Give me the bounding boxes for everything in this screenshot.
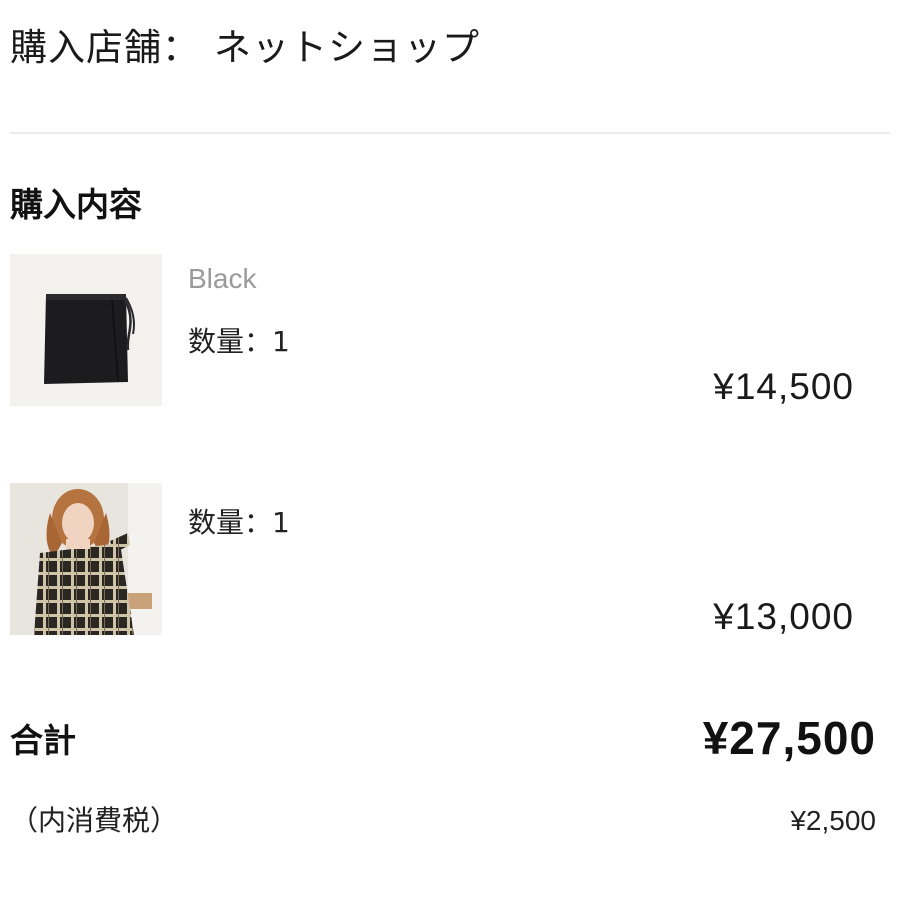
total-label: 合計: [10, 721, 76, 760]
item-quantity: 数量：1: [188, 325, 290, 358]
item-price: ¥14,500: [713, 366, 854, 407]
item-quantity: 数量：1: [188, 506, 290, 539]
order-detail-page: 購入店舗： ネットショップ 購入内容 Black 数量：1 ¥14,500 数量…: [0, 0, 900, 900]
item-price: ¥13,000: [713, 596, 854, 637]
store-info: 購入店舗： ネットショップ: [10, 22, 480, 74]
plaid-dress-image: [10, 483, 162, 635]
black-skirt-image: [10, 254, 162, 406]
store-label: 購入店舗：: [10, 26, 200, 69]
total-value: ¥27,500: [702, 712, 876, 764]
product-thumbnail-dress[interactable]: [10, 483, 162, 635]
product-thumbnail-skirt[interactable]: [10, 254, 162, 406]
tax-value: ¥2,500: [790, 805, 876, 836]
section-title: 購入内容: [10, 185, 142, 224]
item-color: Black: [188, 263, 257, 294]
divider: [10, 132, 890, 134]
tax-label: （内消費税）: [10, 804, 179, 837]
store-value: ネットショップ: [214, 26, 480, 69]
